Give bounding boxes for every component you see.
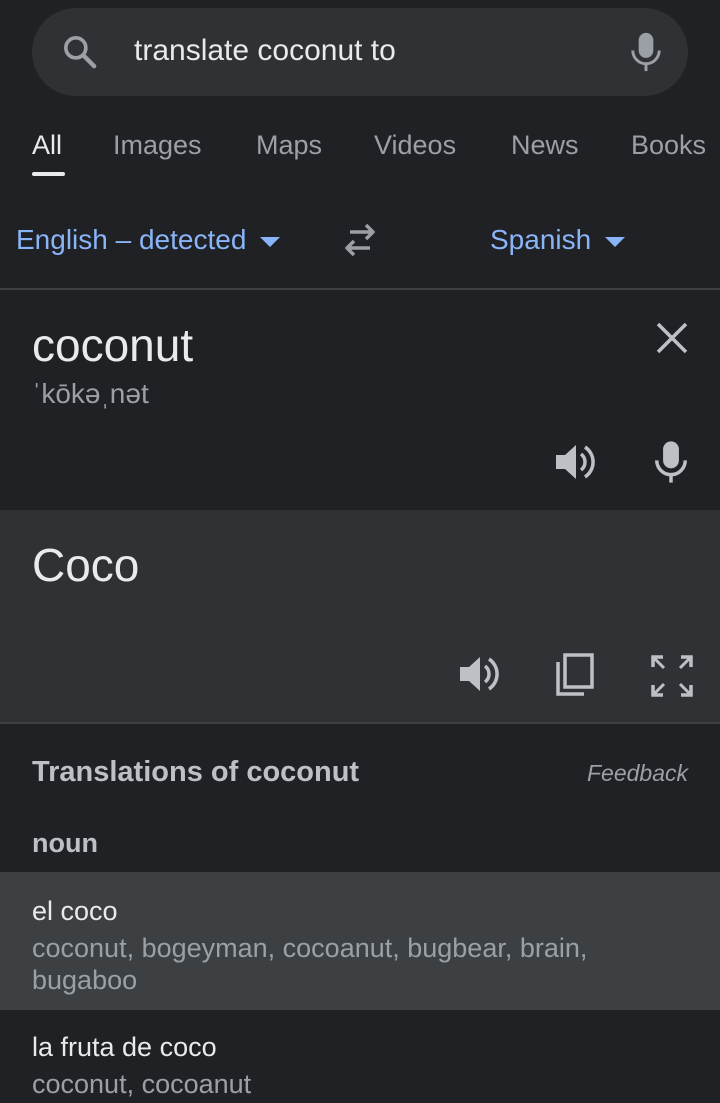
source-panel: coconut ˈkōkəˌnət [0,290,720,508]
source-language-label: English – detected [16,224,247,255]
translation-word: el coco [32,896,118,926]
tab-books[interactable]: Books [631,130,706,161]
source-text-input[interactable]: coconut [32,318,193,372]
chevron-down-icon [605,237,626,247]
source-language-select[interactable]: English – detected [16,224,281,256]
tab-videos[interactable]: Videos [374,130,456,161]
close-icon[interactable] [654,320,690,356]
search-tabs: All Images Maps Videos News Books [0,118,720,178]
translation-synonyms: coconut, cocoanut [32,1069,252,1099]
search-input[interactable]: translate coconut to [134,34,396,68]
active-tab-indicator [32,172,65,176]
target-language-label: Spanish [490,224,592,255]
chevron-down-icon [260,237,281,247]
translation-word: la fruta de coco [32,1032,217,1062]
tab-all[interactable]: All [32,130,62,161]
swap-languages-icon[interactable] [338,220,382,260]
tab-maps[interactable]: Maps [256,130,322,161]
search-bar[interactable]: translate coconut to [32,8,688,96]
translation-synonyms: coconut, bogeyman, cocoanut, bugbear, br… [32,933,588,995]
translations-section: Translations of coconut Feedback noun el… [0,724,720,1103]
tab-images[interactable]: Images [113,130,202,161]
translations-heading: Translations of coconut [32,756,360,788]
list-item[interactable]: el coco coconut, bogeyman, cocoanut, bug… [0,872,720,1010]
target-panel: Coco [0,510,720,722]
microphone-icon[interactable] [652,438,690,486]
tab-news[interactable]: News [511,130,579,161]
fullscreen-icon[interactable] [650,654,694,698]
copy-icon[interactable] [554,652,596,698]
language-bar: English – detected Spanish [0,212,720,272]
part-of-speech: noun [32,828,98,858]
search-icon[interactable] [60,32,100,72]
speaker-icon[interactable] [456,652,504,696]
feedback-link[interactable]: Feedback [587,760,688,787]
target-language-select[interactable]: Spanish [490,224,626,256]
phonetic-transcription: ˈkōkəˌnət [32,378,149,409]
translated-text: Coco [32,539,140,591]
list-item[interactable]: la fruta de coco coconut, cocoanut [0,1010,720,1103]
microphone-icon[interactable] [628,30,664,74]
speaker-icon[interactable] [552,440,600,484]
